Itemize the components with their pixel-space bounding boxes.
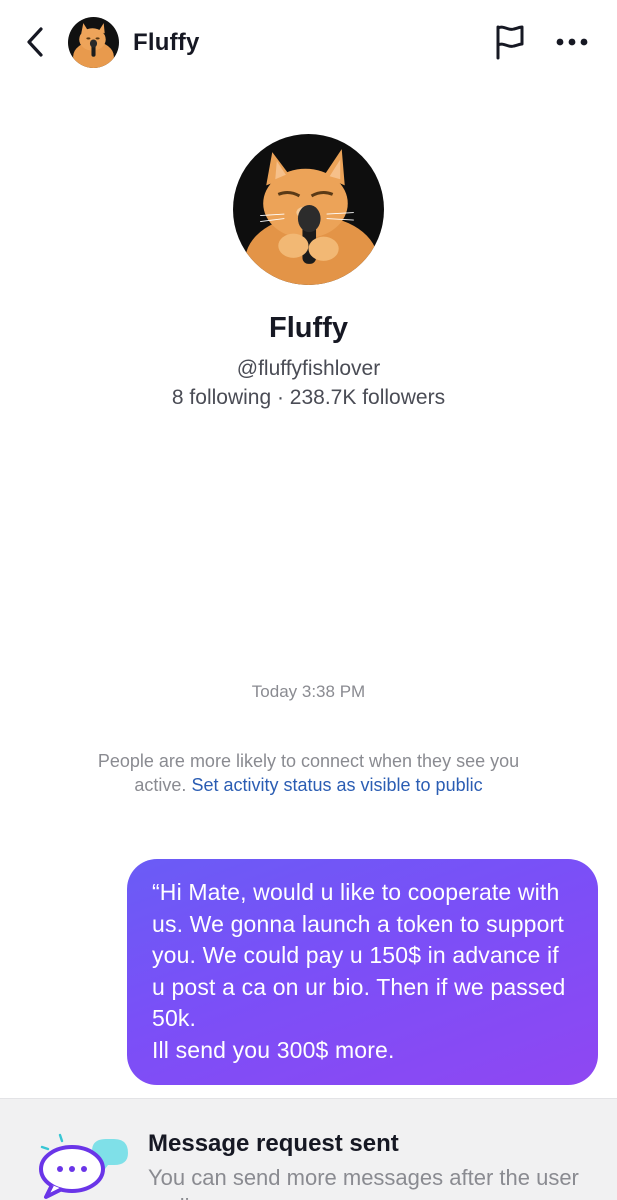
activity-status-notice: People are more likely to connect when t… [90, 749, 527, 797]
cat-avatar-image [68, 17, 119, 68]
chat-header: Fluffy [0, 0, 617, 86]
report-button[interactable] [490, 22, 530, 62]
profile-avatar[interactable] [233, 134, 384, 285]
profile-handle: @fluffyfishlover [236, 357, 381, 380]
chat-bubbles-icon [39, 1133, 128, 1199]
message-text: “Hi Mate, would u like to cooperate with… [152, 879, 566, 1063]
message-request-banner: Message request sent You can send more m… [0, 1098, 617, 1200]
banner-title: Message request sent [148, 1130, 399, 1157]
profile-name: Fluffy [269, 312, 348, 344]
flag-icon [496, 25, 524, 60]
banner-subtitle: You can send more messages after the use… [148, 1165, 579, 1200]
more-dots-icon [556, 38, 588, 46]
cat-with-microphone-image [233, 134, 384, 285]
header-avatar[interactable] [68, 17, 119, 68]
sent-message-bubble[interactable]: “Hi Mate, would u like to cooperate with… [127, 859, 598, 1085]
activity-status-link[interactable]: Set activity status as visible to public [191, 775, 482, 795]
back-button[interactable] [18, 22, 52, 62]
message-timestamp: Today 3:38 PM [251, 682, 366, 701]
more-options-button[interactable] [552, 22, 592, 62]
chevron-left-icon [27, 27, 43, 57]
header-title[interactable]: Fluffy [133, 29, 200, 57]
profile-stats: 8 following · 238.7K followers [171, 386, 446, 409]
